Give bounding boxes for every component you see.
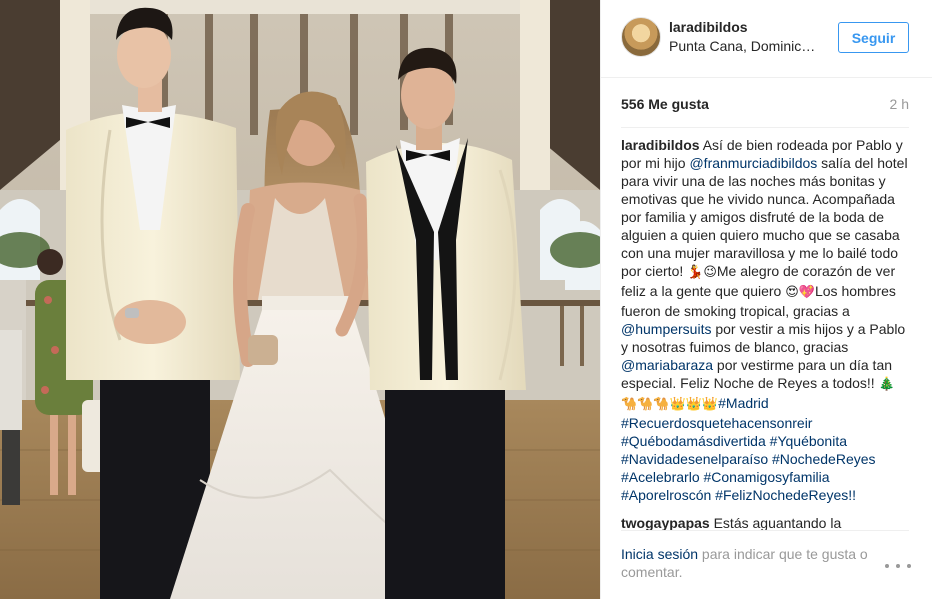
caption-text: salía del hotel para vivir una de las no… [621, 155, 908, 279]
christmas-tree-emoji: 🎄 [878, 377, 895, 392]
hashtag-link[interactable]: #Recuerdosquetehacensonreir [621, 415, 812, 431]
dot [885, 564, 889, 568]
caption: laradibildos Así de bien rodeada por Pab… [621, 136, 916, 504]
mention-link[interactable]: @humpersuits [621, 321, 711, 337]
dancer-wink-emoji: 💃😉 [687, 265, 717, 280]
hashtag-link[interactable]: #Conamigosyfamilia [704, 469, 830, 485]
hashtag-link[interactable]: #Yquébonita [770, 433, 847, 449]
mention-link[interactable]: @mariabaraza [621, 357, 713, 373]
likes-count[interactable]: 556 Me gusta [621, 96, 709, 112]
hashtag-link[interactable]: #Acelebrarlo [621, 469, 700, 485]
hashtag-link[interactable]: #Navidadesenelparaíso [621, 451, 768, 467]
camels-crowns-emoji: 🐪🐪🐪👑👑👑 [621, 397, 719, 412]
hashtag-link[interactable]: #NochedeReyes [772, 451, 876, 467]
hashtag-link[interactable]: #Madrid [718, 395, 769, 411]
heart-eyes-emoji: 😍💖 [785, 285, 815, 300]
divider [621, 530, 909, 531]
post-photo[interactable] [0, 0, 600, 599]
comment-text: Estás aguantando la [709, 515, 842, 530]
post-photo-image [0, 0, 600, 599]
login-prompt: Inicia sesión para indicar que te gusta … [621, 545, 881, 581]
post-username[interactable]: laradibildos [669, 19, 748, 35]
post-location[interactable]: Punta Cana, Dominic… [669, 38, 815, 54]
hashtag-link[interactable]: #Québodamásdivertida [621, 433, 766, 449]
divider [621, 127, 909, 128]
likes-row: 556 Me gusta 2 h [621, 96, 909, 116]
caption-username[interactable]: laradibildos [621, 137, 700, 153]
hashtag-link[interactable]: #FelizNochedeReyes!! [715, 487, 856, 503]
more-options-icon[interactable] [885, 562, 911, 570]
comments-list[interactable]: laradibildos Así de bien rodeada por Pab… [621, 136, 916, 530]
dot [896, 564, 900, 568]
post-time[interactable]: 2 h [890, 96, 909, 112]
dot [907, 564, 911, 568]
comment-item: twogaypapas Estás aguantando la [621, 514, 916, 530]
hashtag-link[interactable]: #Aporelroscón [621, 487, 711, 503]
comment-username[interactable]: twogaypapas [621, 515, 710, 530]
mention-link[interactable]: @franmurciadibildos [689, 155, 817, 171]
login-link[interactable]: Inicia sesión [621, 546, 698, 562]
post-sidebar: laradibildos Punta Cana, Dominic… Seguir… [600, 0, 932, 599]
follow-button[interactable]: Seguir [838, 22, 909, 53]
post-header: laradibildos Punta Cana, Dominic… Seguir [601, 0, 932, 78]
avatar[interactable] [621, 17, 661, 57]
